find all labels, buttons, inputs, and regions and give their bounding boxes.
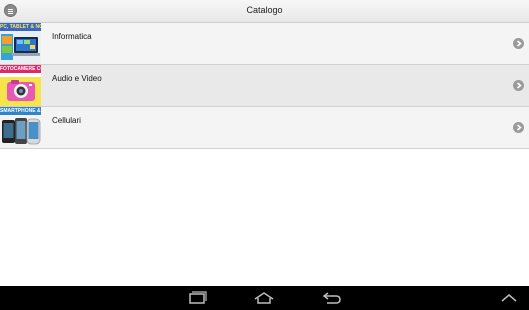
chevron-right-icon[interactable] xyxy=(513,122,524,133)
catalog-item-label: Audio e Video xyxy=(52,74,102,83)
smartphones-image: SMARTPHONE & CELLULARI xyxy=(0,107,41,148)
catalog-item-label: Informatica xyxy=(52,32,92,41)
chevron-right-icon[interactable] xyxy=(513,38,524,49)
laptop-icon xyxy=(1,34,40,60)
action-bar: Catalogo xyxy=(0,0,529,23)
catalog-list: PC, TABLET & NOTEBOOK Informatica FOTOCA… xyxy=(0,23,529,149)
catalog-item-label: Cellulari xyxy=(52,116,81,125)
system-nav-bar xyxy=(0,286,529,310)
expand-up-icon[interactable] xyxy=(499,290,519,306)
smartphones-icon xyxy=(2,118,41,145)
catalog-item-cellulari[interactable]: SMARTPHONE & CELLULARI Cellulari xyxy=(0,107,529,149)
recent-apps-icon[interactable] xyxy=(187,290,207,306)
camera-icon xyxy=(0,73,41,101)
thumb-caption: FOTOCAMERE COMPATTE xyxy=(0,65,41,73)
chevron-right-icon[interactable] xyxy=(513,80,524,91)
page-title: Catalogo xyxy=(246,5,283,15)
home-icon[interactable] xyxy=(253,290,275,306)
catalog-item-informatica[interactable]: PC, TABLET & NOTEBOOK Informatica xyxy=(0,23,529,65)
thumb-caption: PC, TABLET & NOTEBOOK xyxy=(0,23,41,31)
thumb-caption: SMARTPHONE & CELLULARI xyxy=(0,107,41,115)
camera-image: FOTOCAMERE COMPATTE xyxy=(0,65,41,106)
back-icon[interactable] xyxy=(321,290,343,306)
catalog-item-audio-video[interactable]: FOTOCAMERE COMPATTE Audio e Video xyxy=(0,65,529,107)
laptop-tablet-image: PC, TABLET & NOTEBOOK xyxy=(0,23,41,64)
